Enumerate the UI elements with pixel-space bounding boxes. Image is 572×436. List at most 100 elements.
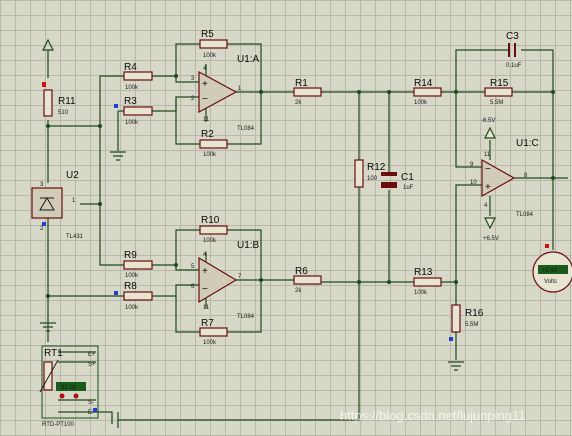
resistor-R14[interactable]: R14 100k — [413, 78, 442, 106]
resistor-R11[interactable]: R11 510 — [43, 89, 76, 117]
svg-text:+: + — [202, 266, 208, 277]
svg-text:R16: R16 — [465, 308, 484, 319]
svg-text:100k: 100k — [125, 85, 139, 91]
svg-text:TL084: TL084 — [516, 212, 534, 218]
svg-text:U1:B: U1:B — [237, 240, 260, 251]
svg-text:100k: 100k — [203, 152, 217, 158]
svg-text:C1: C1 — [401, 172, 414, 183]
svg-text:11: 11 — [484, 152, 491, 158]
svg-text:R15: R15 — [490, 78, 509, 89]
svg-text:R5: R5 — [201, 29, 214, 40]
svg-text:S-: S- — [88, 400, 94, 406]
svg-text:+2.43: +2.43 — [542, 268, 558, 274]
svg-text:RT1: RT1 — [44, 348, 63, 359]
svg-text:4: 4 — [484, 203, 488, 209]
resistor-R5[interactable]: R5 100k — [199, 29, 228, 59]
supply-pos: +6.5V — [483, 217, 499, 242]
capacitor-C1[interactable]: C1 1uF — [381, 172, 414, 191]
svg-text:TL084: TL084 — [237, 314, 255, 320]
svg-text:R6: R6 — [295, 266, 308, 277]
svg-text:R9: R9 — [124, 250, 137, 261]
svg-text:1: 1 — [72, 198, 76, 204]
svg-text:2k: 2k — [295, 288, 302, 294]
svg-text:R3: R3 — [124, 96, 137, 107]
svg-text:3: 3 — [191, 76, 195, 82]
svg-text:R13: R13 — [414, 267, 433, 278]
svg-text:5.5M: 5.5M — [465, 322, 478, 328]
svg-text:51.00: 51.00 — [61, 385, 77, 391]
svg-text:+6.5V: +6.5V — [483, 236, 499, 242]
resistor-R6[interactable]: R6 2k — [293, 266, 322, 294]
resistor-R7[interactable]: R7 100k — [199, 318, 228, 346]
svg-text:−: − — [202, 284, 208, 295]
svg-text:TL431: TL431 — [66, 234, 84, 240]
svg-text:−: − — [202, 94, 208, 105]
watermark: https://blog.csdn.net/lujunping11 — [340, 408, 526, 423]
resistor-R2[interactable]: R2 100k — [199, 129, 228, 158]
svg-text:100k: 100k — [125, 120, 139, 126]
voltmeter[interactable]: +2.43 Volts — [532, 251, 572, 293]
svg-text:R10: R10 — [201, 215, 220, 226]
svg-text:RTD-PT100: RTD-PT100 — [42, 422, 75, 428]
svg-text:7: 7 — [238, 274, 242, 280]
svg-text:100: 100 — [367, 176, 378, 182]
resistor-R15[interactable]: R15 5.5M — [484, 78, 513, 106]
svg-text:R8: R8 — [124, 281, 137, 292]
svg-text:100k: 100k — [414, 100, 428, 106]
svg-text:1uF: 1uF — [403, 185, 414, 191]
svg-text:11: 11 — [203, 305, 210, 311]
resistor-R9[interactable]: R9 100k — [123, 250, 153, 279]
svg-text:U1:C: U1:C — [516, 138, 539, 149]
svg-text:R14: R14 — [414, 78, 433, 89]
svg-text:0.1uF: 0.1uF — [506, 63, 522, 69]
svg-text:E+: E+ — [88, 352, 96, 358]
svg-text:11: 11 — [203, 117, 210, 123]
svg-text:100k: 100k — [203, 238, 217, 244]
svg-text:R1: R1 — [295, 78, 308, 89]
svg-text:S+: S+ — [88, 362, 96, 368]
schematic-svg: R11 510 R4 100k R3 100k R5 100k R2 100k … — [31, 29, 572, 428]
svg-text:R4: R4 — [124, 62, 137, 73]
svg-text:2k: 2k — [295, 100, 302, 106]
resistor-R1[interactable]: R1 2k — [293, 78, 322, 106]
svg-text:+: + — [202, 79, 208, 90]
schematic-canvas: R11 510 R4 100k R3 100k R5 100k R2 100k … — [0, 0, 572, 436]
resistor-R4[interactable]: R4 100k — [123, 62, 153, 91]
svg-text:Volts: Volts — [544, 279, 557, 285]
svg-text:100k: 100k — [414, 290, 428, 296]
ground-symbols — [40, 151, 464, 428]
resistor-R8[interactable]: R8 100k — [123, 281, 153, 311]
svg-text:10: 10 — [470, 180, 477, 186]
svg-text:+: + — [485, 182, 491, 193]
vcc-arrow-icon — [42, 38, 54, 51]
svg-text:100k: 100k — [203, 53, 217, 59]
resistor-R16[interactable]: R16 5.5M — [451, 304, 484, 333]
resistor-R13[interactable]: R13 100k — [413, 267, 442, 296]
svg-text:2: 2 — [40, 226, 44, 232]
rtd-RT1[interactable]: 51.00 RT1 RTD-PT100 E+ S+ S- E- — [39, 345, 99, 428]
svg-text:U1:A: U1:A — [237, 54, 260, 65]
svg-text:5.5M: 5.5M — [490, 100, 503, 106]
opamp-U1A[interactable]: U1:A TL084 3 2 1 4 11 + − — [191, 54, 260, 132]
svg-text:3: 3 — [40, 182, 44, 188]
svg-text:TL084: TL084 — [237, 126, 255, 132]
svg-text:5: 5 — [191, 264, 195, 270]
svg-text:1: 1 — [238, 86, 242, 92]
supply-neg: -6.5V — [481, 118, 496, 139]
svg-text:R12: R12 — [367, 162, 386, 173]
svg-text:100k: 100k — [203, 340, 217, 346]
resistor-R3[interactable]: R3 100k — [123, 96, 153, 126]
svg-text:R2: R2 — [201, 129, 214, 140]
capacitor-C3[interactable]: C3 0.1uF — [506, 31, 522, 69]
svg-text:R7: R7 — [201, 318, 214, 329]
svg-text:100k: 100k — [125, 273, 139, 279]
svg-text:100k: 100k — [125, 305, 139, 311]
svg-text:510: 510 — [58, 110, 69, 116]
svg-text:C3: C3 — [506, 31, 519, 42]
resistor-R10[interactable]: R10 100k — [199, 215, 228, 244]
svg-text:R11: R11 — [58, 96, 76, 107]
reference-U2[interactable]: U2 TL431 1 2 3 — [31, 170, 84, 240]
svg-text:-6.5V: -6.5V — [481, 118, 495, 124]
svg-text:−: − — [485, 164, 491, 175]
svg-text:U2: U2 — [66, 170, 79, 181]
